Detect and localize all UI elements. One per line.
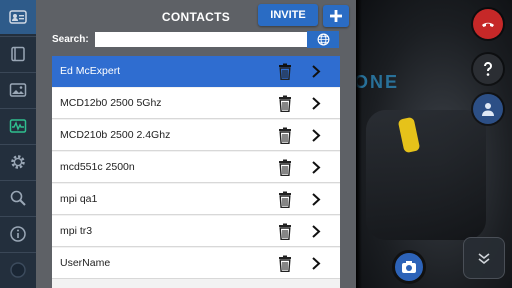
user-icon — [482, 103, 494, 116]
contacts-card-icon — [9, 10, 27, 24]
background-text: ONE — [356, 72, 400, 92]
contact-row[interactable]: mcd551c 2500n — [52, 152, 340, 183]
question-icon — [483, 62, 492, 76]
sidebar-item-globe[interactable] — [0, 253, 36, 287]
contacts-panel: CONTACTS INVITE Search: Ed McExpert MCD1… — [36, 0, 356, 288]
help-button[interactable] — [473, 54, 503, 84]
contact-row[interactable]: mpi qa1 — [52, 184, 340, 215]
contact-name: Ed McExpert — [60, 65, 121, 77]
trash-icon[interactable] — [278, 127, 292, 144]
trash-icon[interactable] — [278, 255, 292, 272]
sidebar-item-waveform[interactable] — [0, 109, 36, 143]
contact-name: MCD12b0 2500 5Ghz — [60, 97, 162, 109]
globe-icon — [10, 262, 26, 278]
engine-image — [366, 110, 486, 240]
expert-button[interactable] — [473, 94, 503, 124]
globe-icon — [317, 33, 329, 46]
contact-name: MCD210b 2500 2.4Ghz — [60, 129, 171, 141]
book-icon — [11, 46, 25, 62]
sidebar-item-book[interactable] — [0, 37, 36, 71]
sidebar-item-search[interactable] — [0, 181, 36, 215]
contact-name: mpi qa1 — [60, 193, 98, 205]
contact-list: Ed McExpert MCD12b0 2500 5Ghz MCD210b 25… — [52, 56, 340, 288]
gear-icon — [11, 155, 25, 169]
search-label: Search: — [52, 34, 89, 45]
chevron-right-icon[interactable] — [310, 64, 322, 79]
trash-icon[interactable] — [278, 63, 292, 80]
sidebar-item-settings[interactable] — [0, 145, 36, 179]
chevron-right-icon[interactable] — [310, 96, 322, 111]
image-icon — [9, 83, 27, 97]
waveform-icon — [9, 119, 27, 133]
plus-icon — [330, 10, 342, 22]
phone-hangup-icon — [482, 22, 494, 27]
contact-name: UserName — [60, 257, 111, 269]
chevron-right-icon[interactable] — [310, 192, 322, 207]
sidebar-item-contacts[interactable] — [0, 0, 36, 34]
camera-icon — [402, 261, 416, 273]
sidebar-item-info[interactable] — [0, 217, 36, 251]
info-icon — [10, 226, 26, 242]
end-call-button[interactable] — [473, 9, 503, 39]
left-sidebar — [0, 0, 36, 288]
contact-row[interactable]: mpi tr3 — [52, 216, 340, 247]
chevron-right-icon[interactable] — [310, 256, 322, 271]
search-icon — [10, 190, 26, 206]
chevron-right-icon[interactable] — [310, 128, 322, 143]
sidebar-item-images[interactable] — [0, 73, 36, 107]
collapse-button[interactable] — [463, 237, 505, 279]
contact-row[interactable]: Ed McExpert — [52, 56, 340, 87]
trash-icon[interactable] — [278, 191, 292, 208]
contact-row[interactable]: MCD12b0 2500 5Ghz — [52, 88, 340, 119]
contact-name: mpi tr3 — [60, 225, 93, 237]
contact-row[interactable]: MCD210b 2500 2.4Ghz — [52, 120, 340, 151]
trash-icon[interactable] — [278, 95, 292, 112]
trash-icon[interactable] — [278, 223, 292, 240]
search-input[interactable] — [95, 32, 307, 47]
chevron-right-icon[interactable] — [310, 160, 322, 175]
camera-button[interactable] — [392, 250, 426, 284]
contact-row[interactable]: UserName — [52, 248, 340, 279]
contact-name: mcd551c 2500n — [60, 161, 135, 173]
globe-button[interactable] — [307, 31, 339, 48]
add-contact-button[interactable] — [323, 5, 349, 27]
chevron-right-icon[interactable] — [310, 224, 322, 239]
trash-icon[interactable] — [278, 159, 292, 176]
invite-button[interactable]: INVITE — [258, 4, 318, 26]
double-chevron-down-icon — [478, 253, 490, 265]
